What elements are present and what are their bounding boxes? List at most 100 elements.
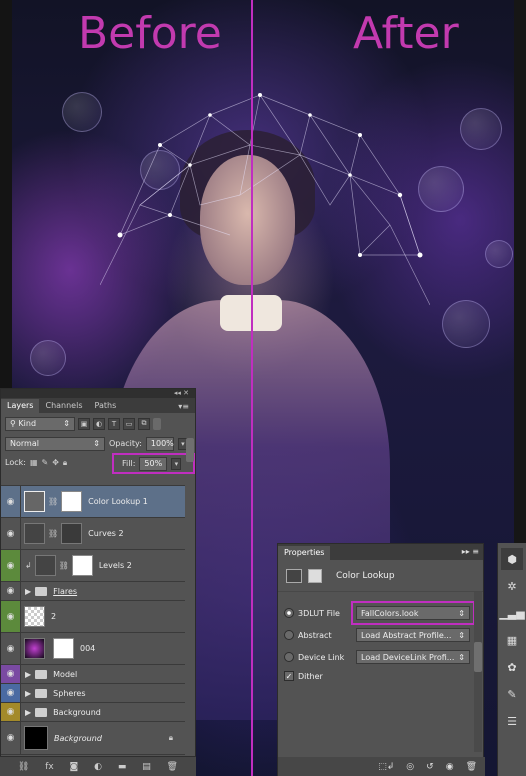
sphere xyxy=(485,240,513,268)
layers-tabbar: Layers Channels Paths ▾≡ xyxy=(1,398,195,413)
chevron-updown-icon: ⇕ xyxy=(93,439,100,448)
devicelink-profile-select[interactable]: Load DeviceLink Profi... ⇕ xyxy=(356,650,470,664)
visibility-eye-icon[interactable]: ◉ xyxy=(1,601,21,632)
layer-row-background-group[interactable]: ◉ ▶ Background xyxy=(1,702,185,721)
3d-icon[interactable]: ⬢ xyxy=(501,548,523,570)
layer-row-flares[interactable]: ◉ ▶ Flares xyxy=(1,581,185,600)
layer-row-004[interactable]: ◉ 004 xyxy=(1,632,185,664)
visibility-eye-icon[interactable]: ◉ xyxy=(1,703,21,721)
snowflake-icon[interactable]: ✲ xyxy=(501,575,523,597)
opacity-label: Opacity: xyxy=(109,439,142,448)
blend-mode-select[interactable]: Normal ⇕ xyxy=(5,436,105,451)
filter-smartobject-icon[interactable]: ⧉ xyxy=(138,417,150,430)
after-label: After xyxy=(353,8,459,59)
panel-menu-icon[interactable]: ▾≡ xyxy=(172,400,195,413)
expand-arrow-icon[interactable]: ▶ xyxy=(25,689,31,698)
filter-toggle[interactable] xyxy=(153,417,161,430)
add-mask-icon[interactable]: ◙ xyxy=(70,762,79,772)
properties-scrollbar[interactable] xyxy=(474,592,482,752)
panel-header-bar: ◂◂ ✕ xyxy=(1,389,195,398)
levels-thumb-icon xyxy=(34,555,56,576)
expand-arrow-icon[interactable]: ▶ xyxy=(25,670,31,679)
visibility-eye-icon[interactable]: ◉ xyxy=(1,665,21,683)
collapse-icon[interactable]: ◂◂ ✕ xyxy=(174,389,189,397)
lock-label: Lock: xyxy=(5,458,26,467)
lock-position-icon[interactable]: ✥ xyxy=(52,458,59,467)
chevron-updown-icon: ⇕ xyxy=(458,608,465,618)
visibility-eye-icon[interactable]: ◉ xyxy=(1,518,21,549)
visibility-eye-icon[interactable]: ◉ xyxy=(1,486,21,517)
delete-icon[interactable]: 🗑︎ xyxy=(466,762,477,772)
tab-properties[interactable]: Properties xyxy=(278,546,331,560)
sliders-icon[interactable]: ☰ xyxy=(501,710,523,732)
lut-file-select[interactable]: FallColors.look ⇕ xyxy=(356,606,470,620)
new-layer-icon[interactable]: ▤ xyxy=(142,762,151,772)
kind-filter-select[interactable]: ⚲ Kind ⇕ xyxy=(5,416,75,431)
option-label: Device Link xyxy=(298,652,345,662)
visibility-eye-icon[interactable]: ◉ xyxy=(1,582,21,600)
brush-icon[interactable]: ✎ xyxy=(501,683,523,705)
layer-name: Model xyxy=(53,669,78,679)
palette-icon[interactable]: ✿ xyxy=(501,656,523,678)
fill-label: Fill: xyxy=(122,459,136,468)
radio-abstract[interactable] xyxy=(284,630,294,640)
reset-icon[interactable]: ↺ xyxy=(426,762,434,772)
filter-type-icon[interactable]: T xyxy=(108,417,120,430)
layer-row-curves[interactable]: ◉ ⛓ Curves 2 xyxy=(1,517,185,549)
layer-mask-thumb xyxy=(61,491,83,512)
layer-row-background[interactable]: ◉ Background 🔒︎ xyxy=(1,721,185,755)
dither-checkbox[interactable]: ✓ xyxy=(284,671,294,681)
layer-thumb xyxy=(24,726,48,750)
grid-icon[interactable]: ▦ xyxy=(501,629,523,651)
layer-row-model[interactable]: ◉ ▶ Model xyxy=(1,664,185,683)
tab-channels[interactable]: Channels xyxy=(39,399,88,413)
view-previous-icon[interactable]: ◎ xyxy=(406,762,414,772)
panel-menu-icon[interactable]: ▸▸ ≡ xyxy=(462,547,479,556)
visibility-eye-icon[interactable]: ◉ xyxy=(1,550,21,581)
expand-arrow-icon[interactable]: ▶ xyxy=(25,708,31,717)
expand-arrow-icon[interactable]: ▶ xyxy=(25,587,31,596)
visibility-eye-icon[interactable]: ◉ xyxy=(1,684,21,702)
layers-scrollbar[interactable] xyxy=(186,438,194,462)
lock-transparent-icon[interactable]: ▦ xyxy=(30,458,38,467)
radio-devicelink[interactable] xyxy=(284,652,294,662)
radio-3dlut[interactable] xyxy=(284,608,294,618)
visibility-eye-icon[interactable]: ◉ xyxy=(1,633,21,664)
layer-row-levels[interactable]: ◉ ↲ ⛓ Levels 2 xyxy=(1,549,185,581)
option-label: 3DLUT File xyxy=(298,608,340,618)
clip-to-layer-icon[interactable]: ⬚↲ xyxy=(378,762,394,772)
lock-all-icon[interactable]: 🔒︎ xyxy=(63,458,67,468)
abstract-profile-select[interactable]: Load Abstract Profile... ⇕ xyxy=(356,628,470,642)
layer-row-spheres[interactable]: ◉ ▶ Spheres xyxy=(1,683,185,702)
filter-adjustment-icon[interactable]: ◐ xyxy=(93,417,105,430)
new-adjustment-icon[interactable]: ◐ xyxy=(94,762,102,772)
histogram-icon[interactable]: ▁▃▅ xyxy=(499,602,524,624)
opacity-input[interactable]: 100% xyxy=(145,436,174,451)
layer-mask-thumb xyxy=(71,555,93,576)
fill-slider-button[interactable]: ▾ xyxy=(171,457,182,470)
layer-name: Background xyxy=(54,733,102,743)
layer-row-2[interactable]: ◉ 2 xyxy=(1,600,185,632)
visibility-eye-icon[interactable]: ◉ xyxy=(446,762,454,772)
mask-icon[interactable] xyxy=(308,568,322,583)
network-mesh xyxy=(100,93,430,306)
link-layers-icon[interactable]: ⛓ xyxy=(18,762,29,772)
fill-input[interactable]: 50% xyxy=(139,456,168,471)
tab-layers[interactable]: Layers xyxy=(1,399,40,413)
layers-panel: ◂◂ ✕ Layers Channels Paths ▾≡ ⚲ Kind ⇕ ▣ … xyxy=(0,388,196,776)
tab-paths[interactable]: Paths xyxy=(89,399,123,413)
layer-row-color-lookup[interactable]: ◉ ⛓ Color Lookup 1 xyxy=(1,485,185,517)
layers-footer: ⛓ fx ◙ ◐ ▬ ▤ 🗑︎ xyxy=(0,756,196,776)
properties-title: Color Lookup xyxy=(336,570,395,581)
dither-label: Dither xyxy=(298,671,323,681)
filter-shape-icon[interactable]: ▭ xyxy=(123,417,135,430)
layer-name: 2 xyxy=(51,612,57,621)
dither-row: ✓ Dither xyxy=(284,671,474,681)
lock-image-icon[interactable]: ✎ xyxy=(42,458,49,467)
filter-pixel-icon[interactable]: ▣ xyxy=(78,417,90,430)
delete-layer-icon[interactable]: 🗑︎ xyxy=(167,762,178,772)
new-group-icon[interactable]: ▬ xyxy=(118,762,127,772)
visibility-eye-icon[interactable]: ◉ xyxy=(1,722,21,754)
adjustment-thumb-icon xyxy=(24,491,45,512)
layer-style-icon[interactable]: fx xyxy=(45,762,54,772)
